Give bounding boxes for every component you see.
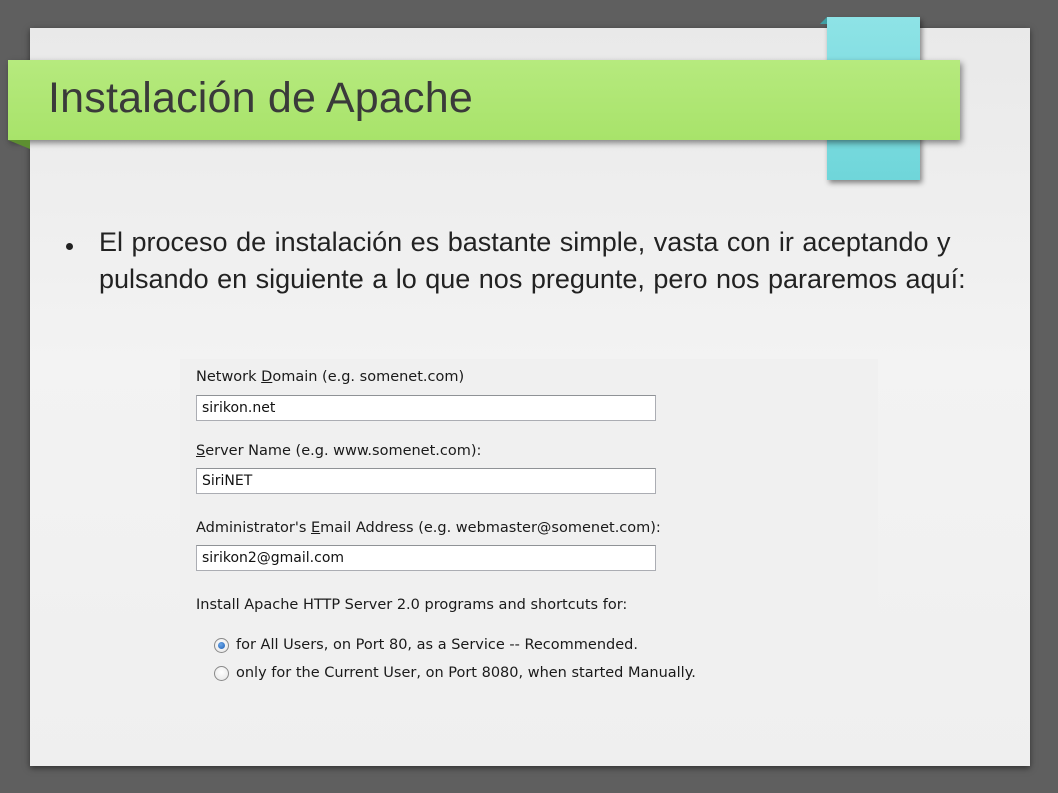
radio-unselected-icon[interactable]: [214, 666, 229, 681]
bullet-paragraph: El proceso de instalación es bastante si…: [99, 227, 966, 294]
network-domain-input[interactable]: sirikon.net: [196, 395, 656, 421]
admin-email-label-accesskey: E: [311, 520, 321, 536]
admin-email-label: Administrator's Email Address (e.g. webm…: [196, 520, 661, 536]
install-for-label: Install Apache HTTP Server 2.0 programs …: [196, 597, 628, 613]
admin-email-input[interactable]: sirikon2@gmail.com: [196, 545, 656, 571]
radio-option-current-user-label: only for the Current User, on Port 8080,…: [236, 665, 696, 681]
admin-email-label-post: mail Address (e.g. webmaster@somenet.com…: [320, 520, 661, 536]
server-name-label-post: erver Name (e.g. www.somenet.com):: [205, 443, 482, 459]
network-domain-label: Network Domain (e.g. somenet.com): [196, 369, 464, 385]
apache-server-info-screenshot: Network Domain (e.g. somenet.com) siriko…: [180, 359, 878, 698]
server-name-input[interactable]: SiriNET: [196, 468, 656, 494]
radio-option-all-users-label: for All Users, on Port 80, as a Service …: [236, 637, 638, 653]
network-domain-label-accesskey: D: [261, 369, 273, 385]
server-name-label: Server Name (e.g. www.somenet.com):: [196, 443, 481, 459]
slide-title: Instalación de Apache: [48, 74, 473, 122]
network-domain-label-pre: Network: [196, 369, 262, 385]
admin-email-label-pre: Administrator's: [196, 520, 311, 536]
network-domain-label-post: omain (e.g. somenet.com): [272, 369, 465, 385]
title-banner: Instalación de Apache: [8, 60, 960, 149]
bullet-icon: [66, 243, 73, 250]
server-name-label-accesskey: S: [196, 443, 206, 459]
radio-selected-icon[interactable]: [214, 638, 229, 653]
